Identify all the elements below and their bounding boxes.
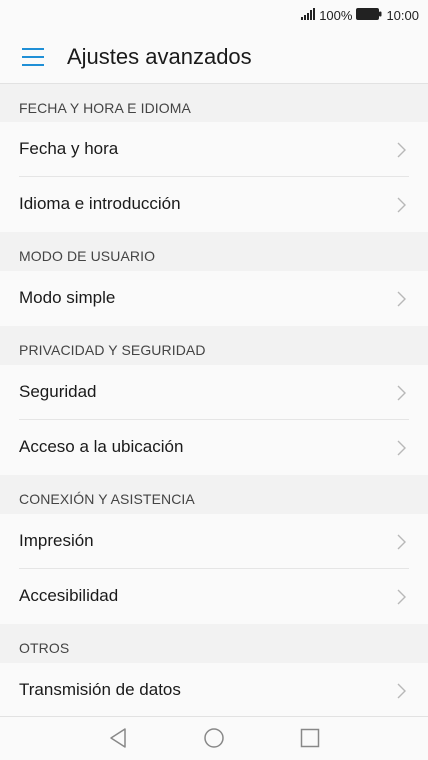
chevron-right-icon xyxy=(397,683,406,699)
status-bar: 100% 10:00 xyxy=(0,0,428,30)
settings-item-label: Modo simple xyxy=(19,288,116,307)
navigation-bar xyxy=(0,716,428,760)
recents-icon[interactable] xyxy=(299,727,321,749)
section-header-otros: OTROS xyxy=(0,624,428,663)
chevron-right-icon xyxy=(397,534,406,550)
page-title: Ajustes avanzados xyxy=(67,44,252,69)
status-indicators: 100% 10:00 xyxy=(301,6,419,24)
settings-item-impresion[interactable]: Impresión xyxy=(0,514,428,569)
battery-percent: 100% xyxy=(319,7,353,23)
chevron-right-icon xyxy=(397,291,406,307)
settings-item-idioma-e-introduccion[interactable]: Idioma e introducción xyxy=(0,177,428,232)
app-bar: Ajustes avanzados xyxy=(0,30,428,84)
chevron-right-icon xyxy=(397,142,406,158)
section-header-conexion-y-asistencia: CONEXIÓN Y ASISTENCIA xyxy=(0,475,428,514)
battery-icon xyxy=(356,7,382,23)
back-icon[interactable] xyxy=(107,727,129,749)
chevron-right-icon xyxy=(397,197,406,213)
chevron-right-icon xyxy=(397,440,406,456)
section-header-privacidad-y-seguridad: PRIVACIDAD Y SEGURIDAD xyxy=(0,326,428,365)
settings-item-label: Impresión xyxy=(19,531,94,550)
section-header-fecha-hora-idioma: FECHA Y HORA E IDIOMA xyxy=(0,84,428,122)
settings-item-label: Idioma e introducción xyxy=(19,194,181,213)
hamburger-menu-icon[interactable] xyxy=(22,48,46,66)
signal-icon xyxy=(301,7,316,23)
clock: 10:00 xyxy=(386,7,419,23)
settings-item-acceso-a-la-ubicacion[interactable]: Acceso a la ubicación xyxy=(0,420,428,475)
chevron-right-icon xyxy=(397,589,406,605)
settings-item-transmision-de-datos[interactable]: Transmisión de datos xyxy=(0,663,428,718)
settings-item-label: Fecha y hora xyxy=(19,139,119,158)
chevron-right-icon xyxy=(397,385,406,401)
home-icon[interactable] xyxy=(203,727,225,749)
section-header-modo-de-usuario: MODO DE USUARIO xyxy=(0,232,428,271)
settings-item-seguridad[interactable]: Seguridad xyxy=(0,365,428,420)
settings-item-label: Accesibilidad xyxy=(19,586,119,605)
settings-item-label: Transmisión de datos xyxy=(19,680,181,699)
settings-item-label: Acceso a la ubicación xyxy=(19,437,184,456)
settings-list: FECHA Y HORA E IDIOMA Fecha y hora Idiom… xyxy=(0,84,428,718)
settings-item-label: Seguridad xyxy=(19,382,97,401)
settings-item-accesibilidad[interactable]: Accesibilidad xyxy=(0,569,428,624)
settings-item-modo-simple[interactable]: Modo simple xyxy=(0,271,428,326)
settings-item-fecha-y-hora[interactable]: Fecha y hora xyxy=(0,122,428,177)
